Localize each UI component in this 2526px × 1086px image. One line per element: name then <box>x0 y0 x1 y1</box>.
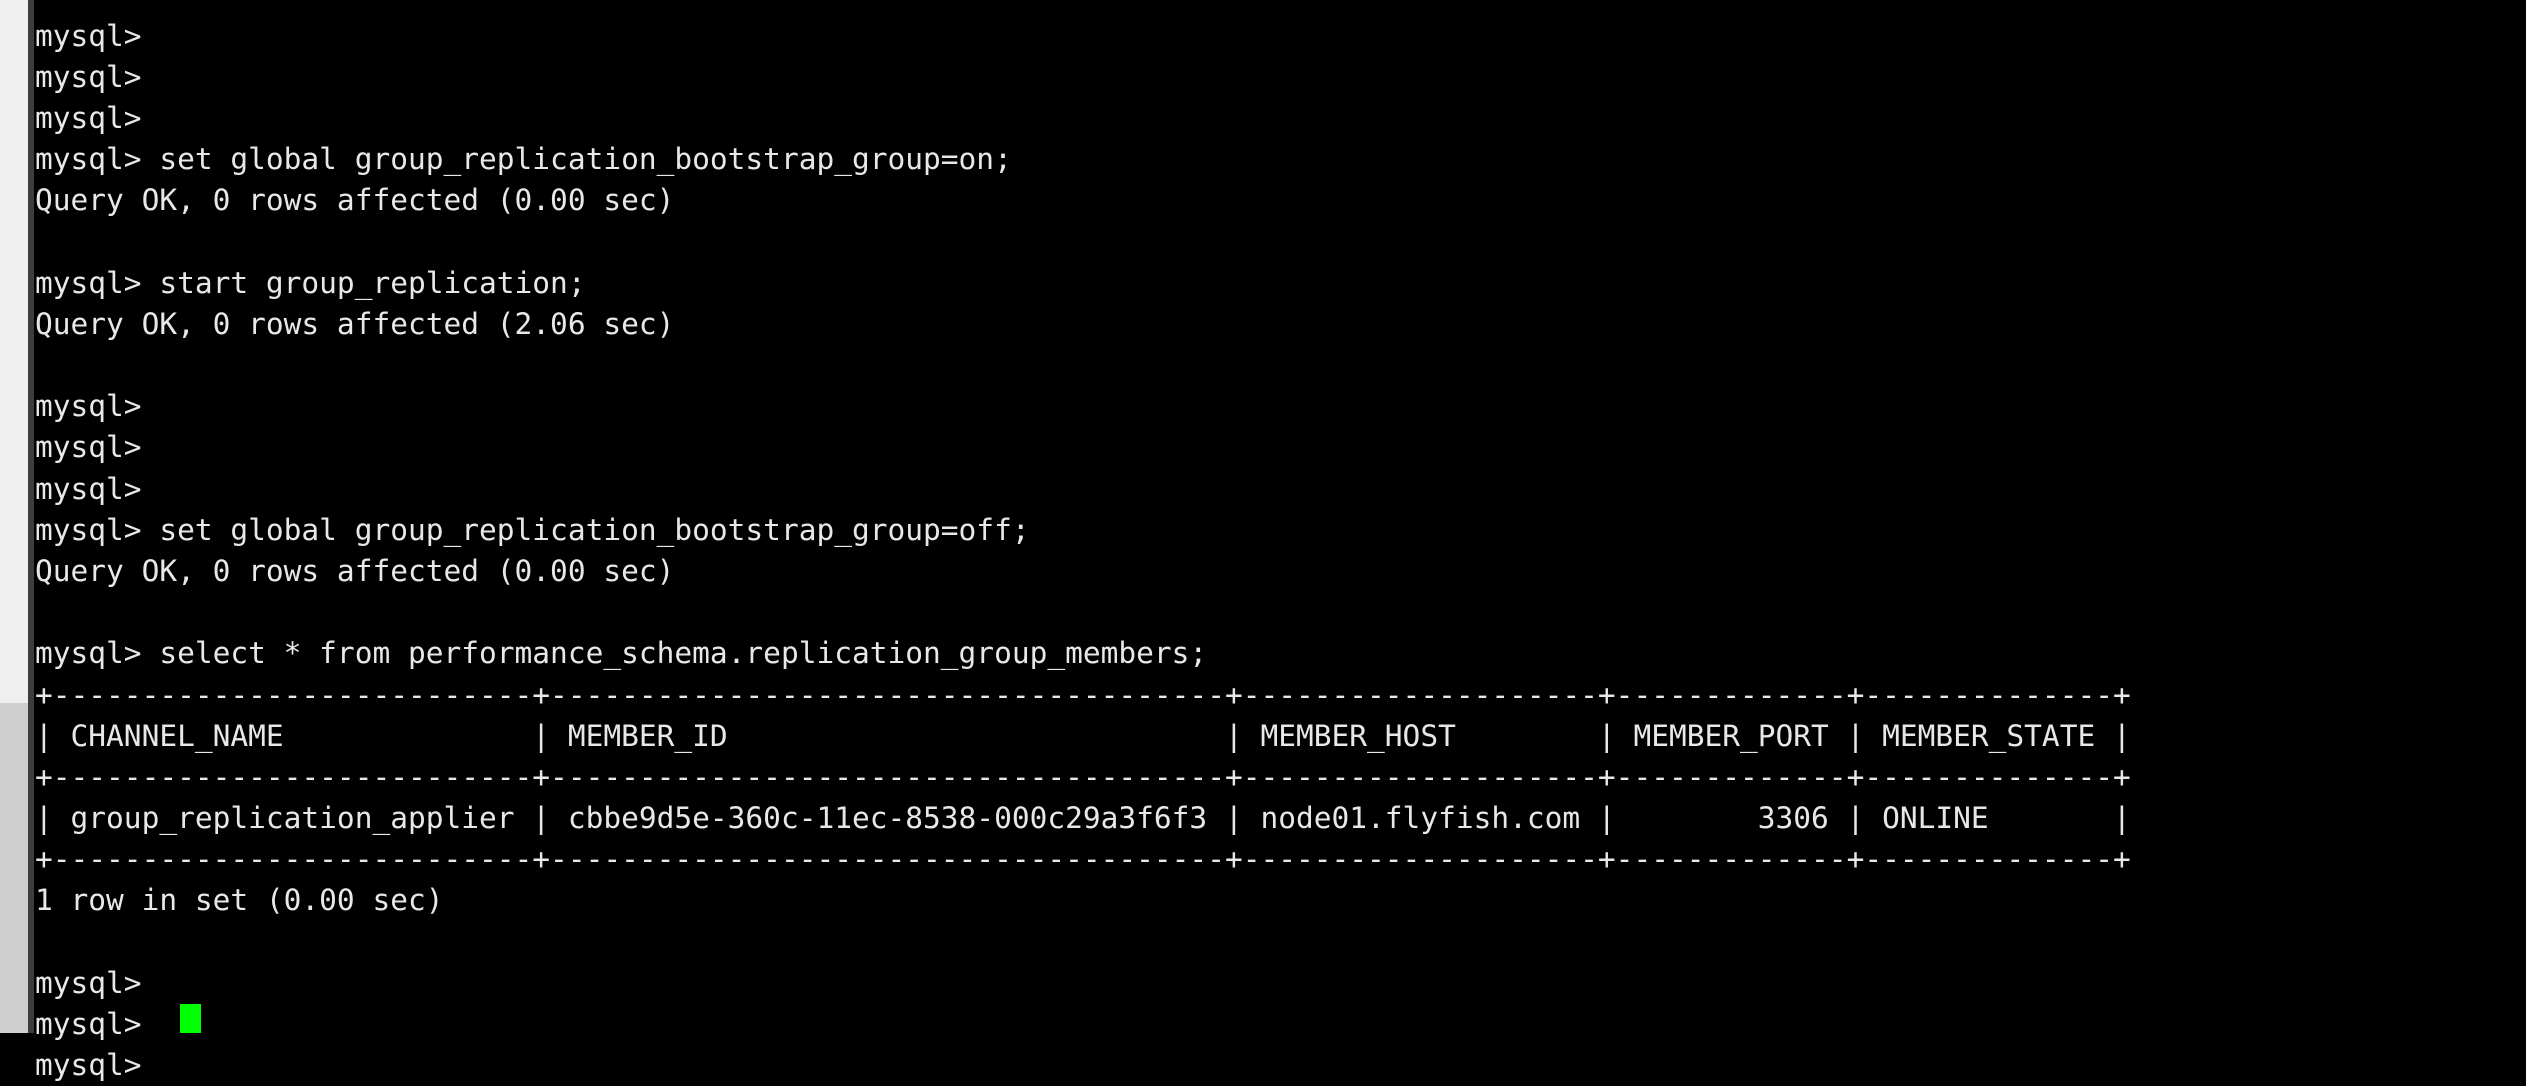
terminal-line: mysql> <box>35 469 2515 510</box>
terminal-line: mysql> <box>35 1004 2515 1045</box>
terminal-line: mysql> <box>35 427 2515 468</box>
terminal-line: mysql> <box>35 1045 2515 1086</box>
terminal-line <box>35 922 2515 963</box>
terminal-output: mysql>mysql>mysql>mysql> set global grou… <box>35 16 2515 1086</box>
terminal-line: mysql> set global group_replication_boot… <box>35 510 2515 551</box>
terminal-line <box>35 592 2515 633</box>
terminal-line: mysql> select * from performance_schema.… <box>35 633 2515 674</box>
terminal-line: mysql> <box>35 98 2515 139</box>
terminal-line: +---------------------------+-----------… <box>35 675 2515 716</box>
window-left-edge <box>28 0 34 1033</box>
terminal-line: mysql> <box>35 963 2515 1004</box>
terminal-line: +---------------------------+-----------… <box>35 757 2515 798</box>
text-cursor <box>180 1004 201 1033</box>
terminal-line: | group_replication_applier | cbbe9d5e-3… <box>35 798 2515 839</box>
terminal-line: +---------------------------+-----------… <box>35 839 2515 880</box>
terminal-surface[interactable]: mysql>mysql>mysql>mysql> set global grou… <box>0 0 2526 1033</box>
terminal-line: Query OK, 0 rows affected (0.00 sec) <box>35 180 2515 221</box>
terminal-line: mysql> <box>35 386 2515 427</box>
vertical-scrollbar-track[interactable] <box>0 0 28 1033</box>
terminal-line <box>35 345 2515 386</box>
terminal-line <box>35 221 2515 262</box>
terminal-line: mysql> <box>35 16 2515 57</box>
terminal-line: 1 row in set (0.00 sec) <box>35 880 2515 921</box>
terminal-line: Query OK, 0 rows affected (0.00 sec) <box>35 551 2515 592</box>
terminal-line: | CHANNEL_NAME | MEMBER_ID | MEMBER_HOST… <box>35 716 2515 757</box>
terminal-line: mysql> set global group_replication_boot… <box>35 139 2515 180</box>
terminal-line: Query OK, 0 rows affected (2.06 sec) <box>35 304 2515 345</box>
terminal-line: mysql> start group_replication; <box>35 263 2515 304</box>
vertical-scrollbar-thumb[interactable] <box>0 703 28 1033</box>
terminal-line: mysql> <box>35 57 2515 98</box>
